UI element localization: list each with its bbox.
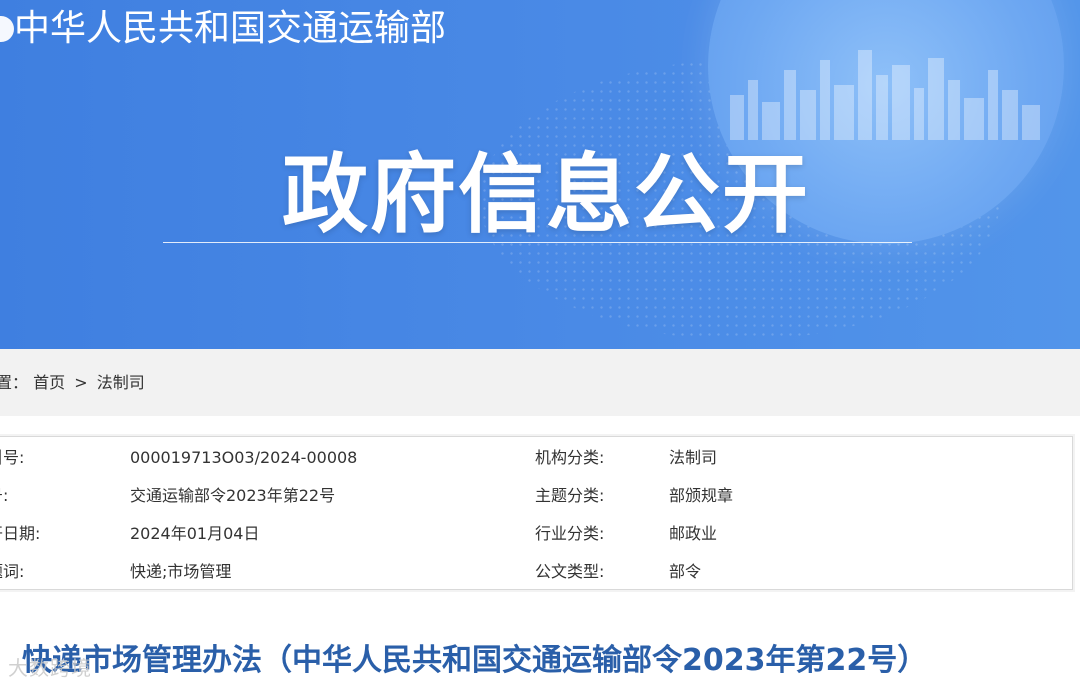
info-row: 索引号: 000019713O03/2024-00008 机构分类: 法制司: [0, 439, 1072, 477]
info-row: 主题词: 快递;市场管理 公文类型: 部令: [0, 553, 1072, 591]
breadcrumb: 置： 首页 > 法制司: [0, 372, 145, 394]
org-category-value: 法制司: [669, 448, 718, 467]
keywords-value: 快递;市场管理: [130, 562, 232, 581]
industry-category-value: 邮政业: [669, 524, 718, 543]
document-type-label: 公文类型:: [535, 562, 605, 581]
document-type-value: 部令: [669, 562, 702, 581]
topic-category-label: 主题分类:: [535, 486, 605, 505]
publish-date-value: 2024年01月04日: [130, 524, 260, 543]
industry-category-label: 行业分类:: [535, 524, 605, 543]
breadcrumb-separator: >: [74, 373, 88, 392]
article-title: 快递市场管理办法（中华人民共和国交通运输部令2023年第22号）: [22, 643, 928, 678]
breadcrumb-home-link[interactable]: 首页: [33, 373, 65, 392]
org-category-label: 机构分类:: [535, 448, 605, 467]
breadcrumb-department-link[interactable]: 法制司: [97, 373, 145, 392]
org-name[interactable]: 中华人民共和国交通运输部: [14, 6, 446, 52]
topic-category-value: 部颁规章: [669, 486, 734, 505]
document-number-value: 交通运输部令2023年第22号: [130, 486, 336, 505]
document-info-table: 索引号: 000019713O03/2024-00008 机构分类: 法制司 文…: [0, 436, 1073, 590]
index-number-label: 索引号:: [0, 448, 25, 467]
document-number-label: 文号:: [0, 486, 9, 505]
watermark: 大数跨境: [8, 656, 92, 680]
index-number-value: 000019713O03/2024-00008: [130, 448, 358, 467]
keywords-label: 主题词:: [0, 562, 25, 581]
info-row: 文号: 交通运输部令2023年第22号 主题分类: 部颁规章: [0, 477, 1072, 515]
banner-title: 政府信息公开: [282, 145, 810, 245]
breadcrumb-prefix: 置：: [0, 373, 29, 392]
banner-divider: [163, 242, 912, 243]
breadcrumb-bar: 置： 首页 > 法制司: [0, 349, 1080, 416]
publish-date-label: 公开日期:: [0, 524, 41, 543]
header-banner: 中华人民共和国交通运输部 政府信息公开: [0, 0, 1080, 349]
ministry-logo-icon[interactable]: [0, 16, 14, 42]
info-row: 公开日期: 2024年01月04日 行业分类: 邮政业: [0, 515, 1072, 553]
city-skyline-icon: [730, 50, 1040, 140]
